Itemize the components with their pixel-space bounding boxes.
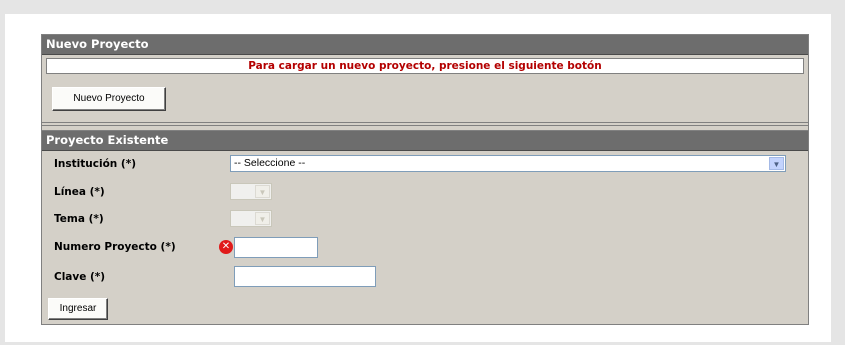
- error-icon: ✕: [219, 240, 233, 254]
- new-project-message: Para cargar un nuevo proyecto, presione …: [46, 58, 804, 74]
- linea-label: Línea (*): [54, 186, 105, 198]
- chevron-down-icon: ▼: [255, 185, 270, 198]
- new-project-header: Nuevo Proyecto: [42, 35, 808, 55]
- tema-select: ▼: [230, 210, 272, 227]
- tema-label: Tema (*): [54, 213, 104, 225]
- existing-project-header: Proyecto Existente: [42, 131, 808, 151]
- clave-input[interactable]: [234, 266, 376, 287]
- chevron-down-icon: ▼: [255, 212, 270, 225]
- new-project-button[interactable]: Nuevo Proyecto: [52, 87, 166, 111]
- numero-proyecto-label: Numero Proyecto (*): [54, 241, 176, 253]
- page-container: Nuevo Proyecto Para cargar un nuevo proy…: [5, 14, 831, 342]
- chevron-down-icon[interactable]: ▼: [769, 157, 784, 170]
- institucion-select[interactable]: -- Seleccione -- ▼: [230, 155, 786, 172]
- panel-separator: [41, 123, 809, 130]
- institucion-label: Institución (*): [54, 158, 137, 170]
- existing-project-panel: Proyecto Existente Institución (*) -- Se…: [41, 130, 809, 325]
- separator-line: [42, 125, 808, 126]
- ingresar-button[interactable]: Ingresar: [48, 298, 108, 320]
- linea-select: ▼: [230, 183, 272, 200]
- institucion-select-value: -- Seleccione --: [234, 157, 306, 169]
- numero-proyecto-input[interactable]: [234, 237, 318, 258]
- clave-label: Clave (*): [54, 271, 106, 283]
- new-project-panel: Nuevo Proyecto Para cargar un nuevo proy…: [41, 34, 809, 123]
